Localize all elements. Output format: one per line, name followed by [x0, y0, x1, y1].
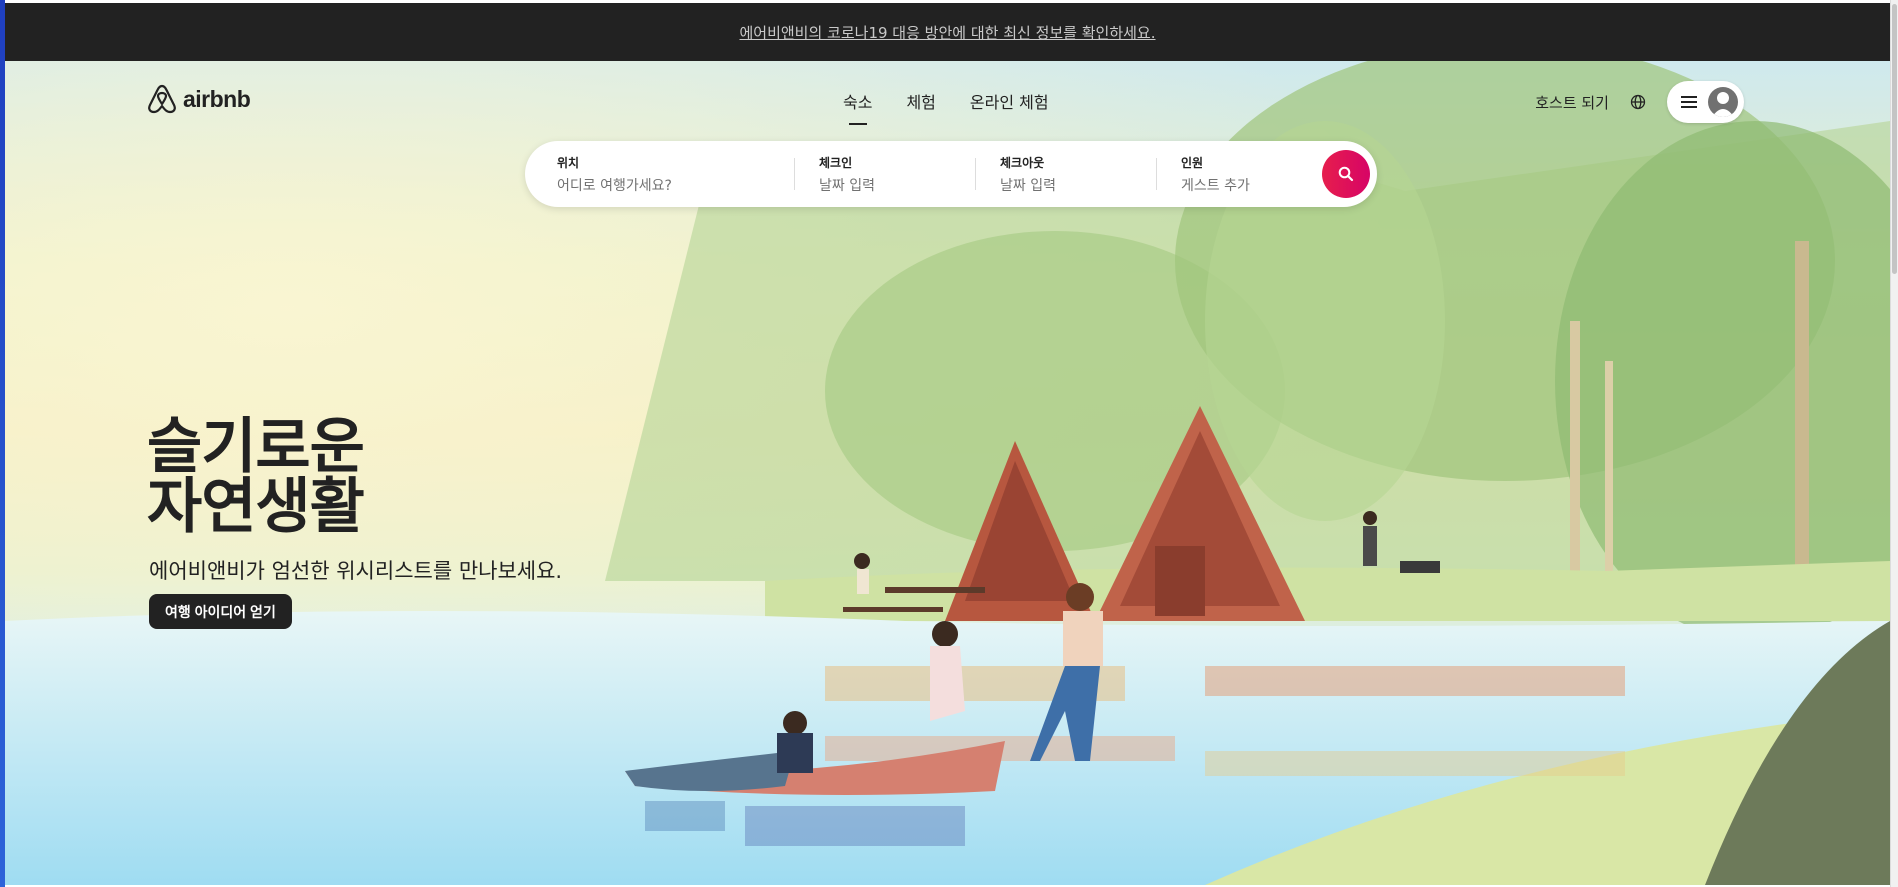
search-bar: 위치 어디로 여행가세요? 체크인 날짜 입력 체크아웃 날짜 입력 인원 게스…	[525, 141, 1377, 207]
hero-section: airbnb 숙소 체험 온라인 체험 호스트 되기 위치 어디로 여행가세요?…	[5, 61, 1890, 885]
checkout-label: 체크아웃	[1000, 155, 1045, 170]
guests-input[interactable]: 게스트 추가	[1181, 175, 1322, 195]
checkin-input[interactable]: 날짜 입력	[819, 175, 975, 195]
guests-field[interactable]: 인원 게스트 추가	[1157, 141, 1322, 207]
location-input[interactable]: 어디로 여행가세요?	[557, 175, 794, 195]
covid-banner-link[interactable]: 에어비앤비의 코로나19 대응 방안에 대한 최신 정보를 확인하세요.	[739, 22, 1155, 43]
user-avatar-icon	[1708, 87, 1738, 117]
location-label: 위치	[557, 155, 580, 170]
checkout-input[interactable]: 날짜 입력	[1000, 175, 1156, 195]
scrollbar-thumb[interactable]	[1892, 4, 1897, 274]
airbnb-logo[interactable]: airbnb	[147, 83, 251, 115]
tab-stays[interactable]: 숙소	[843, 89, 872, 121]
header-right: 호스트 되기	[1535, 81, 1744, 123]
tab-online-experiences[interactable]: 온라인 체험	[970, 89, 1049, 121]
covid-banner: 에어비앤비의 코로나19 대응 방안에 대한 최신 정보를 확인하세요.	[5, 3, 1890, 61]
scrollbar[interactable]	[1890, 0, 1898, 887]
hero-headline: 슬기로운 자연생활	[147, 412, 365, 542]
location-field[interactable]: 위치 어디로 여행가세요?	[525, 141, 794, 207]
checkin-field[interactable]: 체크인 날짜 입력	[795, 141, 975, 207]
search-button[interactable]	[1322, 150, 1370, 198]
get-trip-ideas-button[interactable]: 여행 아이디어 얻기	[149, 594, 292, 629]
profile-menu-button[interactable]	[1667, 81, 1744, 123]
hero-subtitle: 에어비앤비가 엄선한 위시리스트를 만나보세요.	[149, 559, 563, 583]
checkout-field[interactable]: 체크아웃 날짜 입력	[976, 141, 1156, 207]
guests-label: 인원	[1181, 155, 1204, 170]
top-nav: 숙소 체험 온라인 체험	[843, 89, 1049, 121]
globe-icon[interactable]	[1627, 91, 1649, 113]
become-host-link[interactable]: 호스트 되기	[1535, 92, 1609, 113]
search-icon	[1338, 166, 1354, 182]
logo-text: airbnb	[183, 85, 251, 112]
hero-headline-line2: 자연생활	[147, 472, 365, 542]
hero-headline-line1: 슬기로운	[147, 412, 365, 482]
tab-experiences[interactable]: 체험	[906, 89, 935, 121]
hamburger-icon	[1681, 96, 1697, 108]
airbnb-logo-icon	[148, 84, 176, 114]
checkin-label: 체크인	[819, 155, 853, 170]
